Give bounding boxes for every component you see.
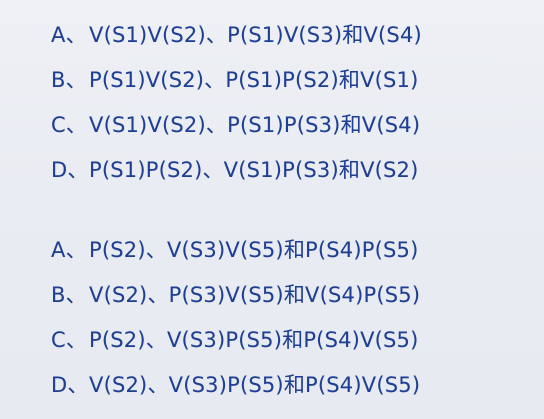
option-letter: B、 <box>51 67 87 92</box>
option-letter: D、 <box>51 157 89 182</box>
option-letter: B、 <box>51 282 87 307</box>
option-letter: A、 <box>51 22 87 47</box>
option-text: P(S2)、V(S3)P(S5)和P(S4)V(S5) <box>89 327 419 352</box>
slide-page: A、 V(S1)V(S2)、P(S1)V(S3)和V(S4) B、 P(S1)V… <box>0 0 544 419</box>
option-group-2: A、 P(S2)、V(S3)V(S5)和P(S4)P(S5) B、 V(S2)、… <box>51 226 534 406</box>
option-letter: D、 <box>51 372 89 397</box>
option-letter: A、 <box>51 237 87 262</box>
option-text: V(S2)、P(S3)V(S5)和V(S4)P(S5) <box>89 282 421 307</box>
option-text: V(S1)V(S2)、P(S1)P(S3)和V(S4) <box>89 112 421 137</box>
option-a: A、 P(S2)、V(S3)V(S5)和P(S4)P(S5) <box>51 226 534 271</box>
option-b: B、 P(S1)V(S2)、P(S1)P(S2)和V(S1) <box>51 56 534 101</box>
option-text: P(S1)V(S2)、P(S1)P(S2)和V(S1) <box>89 67 419 92</box>
option-text: V(S2)、V(S3)P(S5)和P(S4)V(S5) <box>89 372 421 397</box>
option-text: P(S2)、V(S3)V(S5)和P(S4)P(S5) <box>89 237 419 262</box>
option-d: D、 V(S2)、V(S3)P(S5)和P(S4)V(S5) <box>51 361 534 406</box>
option-b: B、 V(S2)、P(S3)V(S5)和V(S4)P(S5) <box>51 271 534 316</box>
option-d: D、 P(S1)P(S2)、V(S1)P(S3)和V(S2) <box>51 146 534 191</box>
option-letter: C、 <box>51 112 88 137</box>
option-text: V(S1)V(S2)、P(S1)V(S3)和V(S4) <box>89 22 422 47</box>
option-a: A、 V(S1)V(S2)、P(S1)V(S3)和V(S4) <box>51 11 534 56</box>
option-text: P(S1)P(S2)、V(S1)P(S3)和V(S2) <box>89 157 419 182</box>
option-group-1: A、 V(S1)V(S2)、P(S1)V(S3)和V(S4) B、 P(S1)V… <box>51 11 534 191</box>
option-c: C、 P(S2)、V(S3)P(S5)和P(S4)V(S5) <box>51 316 534 361</box>
option-c: C、 V(S1)V(S2)、P(S1)P(S3)和V(S4) <box>51 101 534 146</box>
option-letter: C、 <box>51 327 88 352</box>
